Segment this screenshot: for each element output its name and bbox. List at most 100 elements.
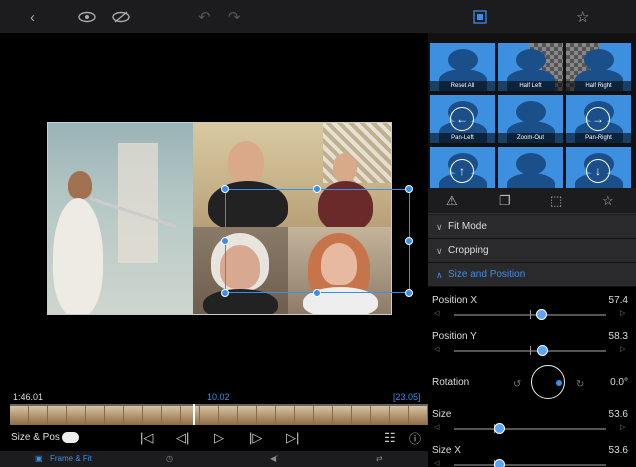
filmstrip-thumbnail [257, 406, 276, 425]
decrement-icon[interactable]: ◁ [434, 423, 439, 431]
rotation-value[interactable]: 0.0° [610, 377, 628, 388]
decrement-icon[interactable]: ◁ [434, 345, 439, 353]
increment-icon[interactable]: ▷ [620, 309, 625, 317]
size-slider[interactable] [454, 428, 606, 430]
top-toolbar: ‹ ↶ ↷ ☆ [0, 0, 636, 33]
speed-icon[interactable]: ◷ [166, 454, 173, 463]
filmstrip-thumbnail [162, 406, 181, 425]
section-size-position[interactable]: ∧ Size and Position [428, 263, 636, 287]
redo-icon[interactable]: ↷ [228, 8, 241, 26]
play-icon[interactable]: ▷ [214, 430, 224, 446]
filmstrip-thumbnail [86, 406, 105, 425]
arrow-icon: → [586, 107, 610, 131]
filmstrip-thumbnail [390, 406, 409, 425]
section-fit-mode[interactable]: ∨ Fit Mode [428, 215, 636, 239]
preset-tile[interactable]: ← Pan-Left [430, 95, 495, 143]
playhead[interactable] [193, 404, 195, 427]
section-cropping[interactable]: ∨ Cropping [428, 239, 636, 263]
rotation-label: Rotation [432, 377, 470, 388]
inspector-panel: Reset All Half Left Half Right ← Pan-Left Zoo… [428, 33, 636, 467]
clipboard-icon[interactable]: ☷ [384, 430, 396, 446]
slider-center-tick [530, 310, 531, 319]
preset-label: Reset All [430, 81, 495, 91]
preset-label: Pan-Left [430, 133, 495, 143]
warning-icon[interactable]: ⚠ [446, 193, 458, 209]
resize-handle-tr[interactable] [405, 185, 413, 193]
step-back-icon[interactable]: ◁| [176, 430, 189, 446]
keyframe-toggle-icon[interactable] [62, 432, 79, 443]
position-x-knob[interactable] [535, 309, 547, 320]
filmstrip-thumbnail [10, 406, 29, 425]
resize-handle-br[interactable] [405, 289, 413, 297]
current-time: 1:46.01 [13, 392, 44, 402]
skip-to-end-icon[interactable]: ▷| [286, 430, 299, 446]
size-position-properties: Position X 57.4 ◁ ▷ Position Y 58.3 ◁ ▷ … [428, 287, 636, 467]
resize-handle-bl[interactable] [221, 289, 229, 297]
clip-duration: [23.05] [393, 392, 421, 402]
frame-fit-icon[interactable]: ▣ [35, 454, 43, 463]
filmstrip-thumbnail [352, 406, 371, 425]
filmstrip-thumbnail [371, 406, 390, 425]
eye-slash-icon[interactable] [112, 8, 130, 26]
position-y-knob[interactable] [537, 345, 549, 356]
filmstrip-thumbnail [314, 406, 333, 425]
filmstrip-thumbnail [276, 406, 295, 425]
preset-label: Zoom-Out [498, 133, 563, 143]
size-value[interactable]: 53.6 [609, 409, 628, 420]
preset-tile[interactable]: Half Left [498, 43, 563, 91]
preset-tile[interactable]: Zoom-Out [498, 95, 563, 143]
filmstrip-thumbnail [29, 406, 48, 425]
decrement-icon[interactable]: ◁ [434, 309, 439, 317]
preset-head-shape [584, 49, 614, 71]
size-knob[interactable] [494, 423, 506, 434]
help-icon[interactable]: ⓘ [409, 430, 421, 447]
favorite-star-icon[interactable]: ☆ [602, 193, 614, 209]
position-y-label: Position Y [432, 331, 477, 342]
transform-icon[interactable] [473, 8, 487, 26]
selection-box[interactable] [225, 189, 410, 293]
star-icon[interactable]: ☆ [576, 8, 589, 26]
eye-icon[interactable] [78, 8, 96, 26]
resize-handle-l[interactable] [221, 237, 229, 245]
chevron-down-icon: ∨ [436, 246, 443, 256]
size-x-slider[interactable] [454, 464, 606, 466]
resize-handle-tl[interactable] [221, 185, 229, 193]
person-head [333, 153, 357, 181]
size-label: Size [432, 409, 452, 420]
increment-icon[interactable]: ▷ [620, 345, 625, 353]
timeline-filmstrip[interactable] [10, 404, 428, 425]
crop-icon[interactable]: ❐ [499, 193, 511, 209]
section-fit-mode-label: Fit Mode [448, 221, 487, 232]
size-pos-label: Size & Pos [11, 432, 60, 443]
back-chevron-icon[interactable]: ‹ [30, 8, 35, 26]
decrement-icon[interactable]: ◁ [434, 459, 439, 467]
preset-head-shape [516, 101, 546, 123]
undo-icon[interactable]: ↶ [198, 8, 211, 26]
fit-icon[interactable]: ⬚ [550, 193, 562, 209]
increment-icon[interactable]: ▷ [620, 423, 625, 431]
rotation-dial[interactable] [531, 365, 565, 399]
preset-tile[interactable]: → Pan-Right [566, 95, 631, 143]
preset-grid: Reset All Half Left Half Right ← Pan-Left Zoo… [428, 33, 636, 195]
position-y-value[interactable]: 58.3 [609, 331, 628, 342]
position-x-value[interactable]: 57.4 [609, 295, 628, 306]
bottom-tab-bar: ▣ Frame & Fit ◷ ◀’ ⇄ [0, 451, 428, 467]
step-forward-icon[interactable]: |▷ [249, 430, 262, 446]
skip-to-start-icon[interactable]: |◁ [140, 430, 153, 446]
rotate-left-icon[interactable]: ↺ [513, 379, 521, 390]
resize-handle-b[interactable] [313, 289, 321, 297]
rotation-indicator[interactable] [556, 380, 562, 386]
resize-handle-r[interactable] [405, 237, 413, 245]
filmstrip-thumbnail [219, 406, 238, 425]
size-x-value[interactable]: 53.6 [609, 445, 628, 456]
preset-tile[interactable]: Reset All [430, 43, 495, 91]
preset-tile[interactable]: Half Right [566, 43, 631, 91]
swap-icon[interactable]: ⇄ [376, 454, 383, 463]
tab-frame-fit[interactable]: Frame & Fit [50, 454, 92, 463]
size-x-knob[interactable] [494, 459, 506, 467]
panel-tab-bar: ⚠ ❐ ⬚ ☆ [428, 188, 636, 214]
rotate-right-icon[interactable]: ↻ [576, 379, 584, 390]
audio-icon[interactable]: ◀’ [270, 454, 278, 463]
person-head [228, 141, 264, 183]
resize-handle-t[interactable] [313, 185, 321, 193]
